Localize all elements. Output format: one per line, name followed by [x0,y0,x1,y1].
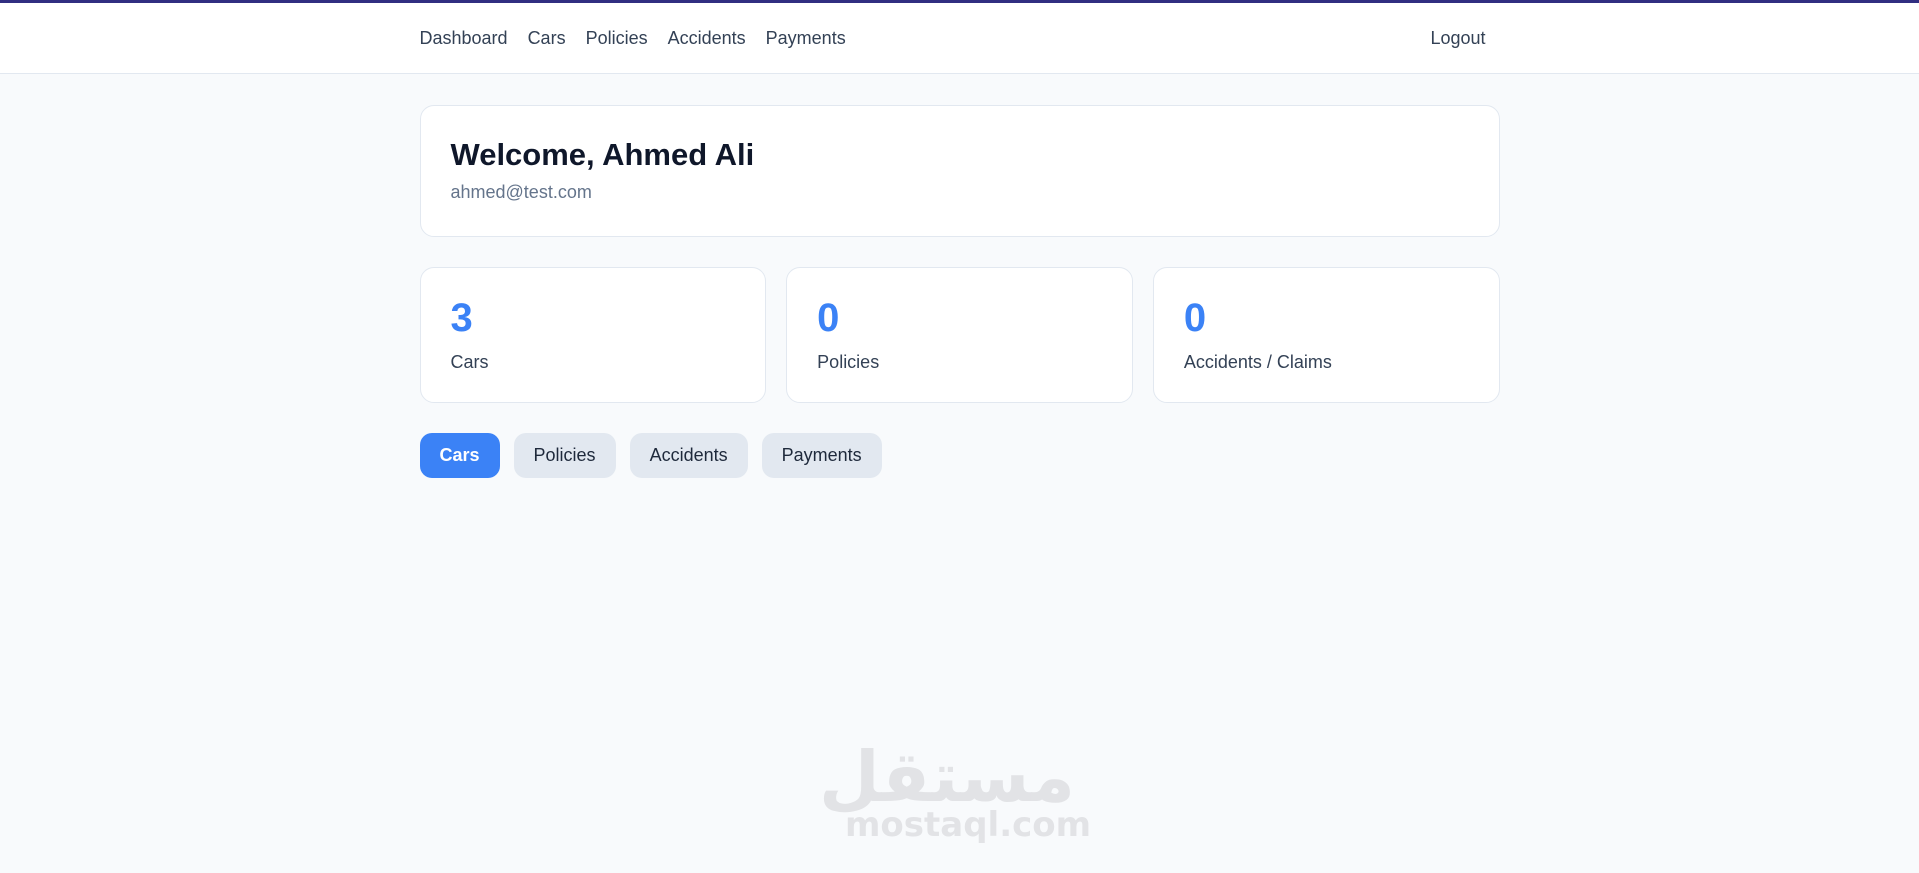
tab-bar: Cars Policies Accidents Payments [419,433,1500,478]
watermark-arabic: مستقل [818,736,1075,818]
stat-card-accidents: 0 Accidents / Claims [1152,267,1500,403]
user-email: ahmed@test.com [450,182,592,203]
stat-card-policies: 0 Policies [786,267,1133,403]
nav-link-cars[interactable]: Cars [528,28,566,49]
tab-policies[interactable]: Policies [513,433,616,478]
watermark-latin: mostaql.com [845,805,1092,845]
stat-label-cars: Cars [450,352,489,372]
stat-card-cars: 3 Cars [419,267,767,403]
tab-accidents[interactable]: Accidents [629,433,748,478]
stat-value-policies: 0 [817,296,840,340]
nav-link-policies[interactable]: Policies [586,28,648,49]
stat-value-accidents: 0 [1183,296,1207,340]
nav-link-accidents[interactable]: Accidents [668,28,746,49]
navbar: Dashboard Cars Policies Accidents Paymen… [0,3,1919,74]
main-content: Welcome, Ahmed Ali ahmed@test.com 3 Cars… [419,105,1500,478]
watermark-logo: مستقل mostaql.com [818,736,1092,845]
tab-cars[interactable]: Cars [419,433,500,478]
nav-links: Dashboard Cars Policies Accidents Paymen… [420,28,846,49]
stat-label-policies: Policies [817,352,880,372]
navbar-inner: Dashboard Cars Policies Accidents Paymen… [420,3,1500,73]
stats-row: 3 Cars 0 Policies 0 Accidents / Claims [419,267,1500,403]
stat-label-accidents: Accidents / Claims [1183,352,1332,372]
nav-link-payments[interactable]: Payments [766,28,846,49]
welcome-title: Welcome, Ahmed Ali [450,137,755,172]
nav-link-dashboard[interactable]: Dashboard [420,28,508,49]
stat-value-cars: 3 [450,296,473,340]
logout-link[interactable]: Logout [1430,28,1485,49]
welcome-card: Welcome, Ahmed Ali ahmed@test.com [419,105,1500,237]
tab-payments[interactable]: Payments [761,433,882,478]
